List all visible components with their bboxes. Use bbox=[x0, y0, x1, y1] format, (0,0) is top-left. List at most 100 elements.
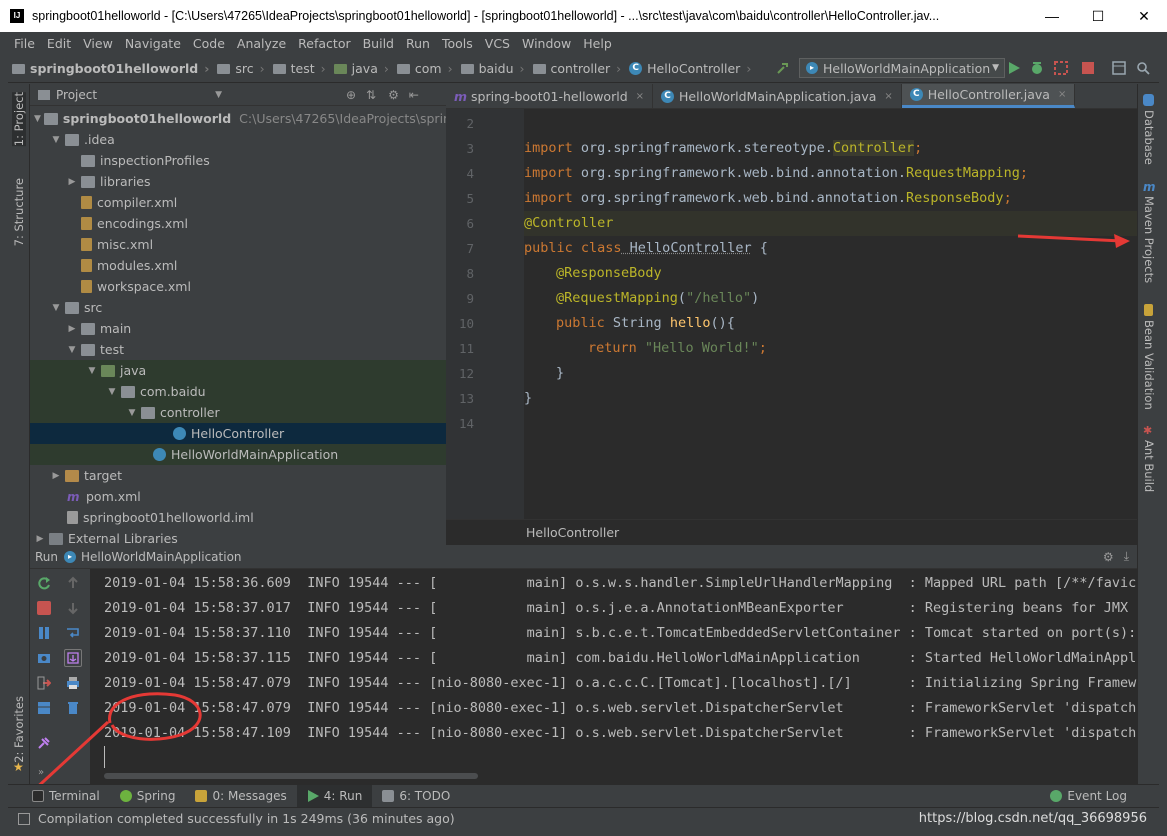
menu-help[interactable]: Help bbox=[577, 36, 618, 51]
tree-item-hellocontroller[interactable]: HelloController bbox=[30, 423, 446, 444]
ant-build-tool-tab[interactable]: Ant Build bbox=[1142, 440, 1156, 492]
collapse-all-icon[interactable]: ⇅ bbox=[366, 88, 376, 102]
tree-item-inspection-profiles[interactable]: inspectionProfiles bbox=[30, 150, 446, 171]
code-area[interactable]: import org.springframework.stereotype.Co… bbox=[524, 109, 1137, 519]
close-button[interactable]: ✕ bbox=[1121, 0, 1167, 32]
tree-item-main[interactable]: ▶ main bbox=[30, 318, 446, 339]
horizontal-scrollbar[interactable] bbox=[104, 773, 478, 779]
scroll-to-end-icon[interactable] bbox=[64, 649, 82, 667]
tab-todo[interactable]: 6: TODO bbox=[372, 785, 460, 808]
search-icon[interactable] bbox=[1136, 61, 1150, 75]
hide-panel-icon[interactable]: ⤓ bbox=[1124, 549, 1129, 564]
chevron-down-icon[interactable]: ▼ bbox=[215, 90, 222, 100]
tree-item-misc-xml[interactable]: misc.xml bbox=[30, 234, 446, 255]
tree-item-target[interactable]: ▶ target bbox=[30, 465, 446, 486]
tree-item-idea[interactable]: ▼ .idea bbox=[30, 129, 446, 150]
menu-refactor[interactable]: Refactor bbox=[292, 36, 356, 51]
tab-messages[interactable]: 0: Messages bbox=[185, 785, 296, 808]
tree-item-controller[interactable]: ▼ controller bbox=[30, 402, 446, 423]
tool-window-toggle-icon[interactable] bbox=[18, 812, 30, 825]
pin-icon[interactable] bbox=[37, 736, 51, 750]
breadcrumb-baidu[interactable]: baidu › bbox=[457, 61, 529, 76]
menu-window[interactable]: Window bbox=[516, 36, 577, 51]
gear-icon[interactable]: ⚙ bbox=[388, 88, 399, 102]
menu-edit[interactable]: Edit bbox=[41, 36, 77, 51]
close-tab-icon[interactable]: × bbox=[636, 91, 644, 102]
hide-panel-icon[interactable]: ⇤ bbox=[409, 88, 419, 102]
breadcrumb-test[interactable]: test › bbox=[269, 61, 330, 76]
debug-icon[interactable] bbox=[1030, 61, 1044, 75]
run-tab-helloworldmainapplication[interactable]: HelloWorldMainApplication bbox=[81, 550, 242, 564]
menu-navigate[interactable]: Navigate bbox=[119, 36, 187, 51]
stop-icon[interactable] bbox=[37, 601, 51, 615]
run-icon[interactable] bbox=[1007, 61, 1021, 75]
breadcrumb-project[interactable]: springboot01helloworld › bbox=[8, 61, 213, 76]
dump-threads-icon[interactable] bbox=[37, 651, 51, 665]
tree-item-iml[interactable]: springboot01helloworld.iml bbox=[30, 507, 446, 528]
tree-item-src[interactable]: ▼ src bbox=[30, 297, 446, 318]
tree-item-com-baidu[interactable]: ▼ com.baidu bbox=[30, 381, 446, 402]
gear-icon[interactable]: ⚙ bbox=[1103, 550, 1114, 564]
project-tool-tab[interactable]: 1: Project bbox=[12, 92, 26, 147]
tree-item-libraries[interactable]: ▶ libraries bbox=[30, 171, 446, 192]
tree-item-encodings-xml[interactable]: encodings.xml bbox=[30, 213, 446, 234]
menu-tools[interactable]: Tools bbox=[436, 36, 479, 51]
tree-item-test[interactable]: ▼ test bbox=[30, 339, 446, 360]
tree-item-java[interactable]: ▼ java bbox=[30, 360, 446, 381]
close-tab-icon[interactable]: × bbox=[884, 91, 892, 102]
tab-run[interactable]: 4: Run bbox=[296, 784, 373, 808]
tab-spring[interactable]: Spring bbox=[110, 785, 186, 808]
tab-pom[interactable]: m spring-boot01-helloworld × bbox=[446, 84, 654, 108]
pause-icon[interactable] bbox=[37, 626, 51, 640]
coverage-icon[interactable] bbox=[1054, 61, 1068, 75]
build-hammer-icon[interactable] bbox=[776, 61, 790, 75]
menu-build[interactable]: Build bbox=[357, 36, 400, 51]
breadcrumb-com[interactable]: com › bbox=[393, 61, 457, 76]
project-panel-title[interactable]: Project bbox=[56, 88, 97, 102]
layout-icon[interactable] bbox=[37, 701, 51, 715]
print-icon[interactable] bbox=[66, 676, 80, 690]
more-icon[interactable]: » bbox=[38, 767, 44, 778]
tab-helloworldmainapplication[interactable]: C HelloWorldMainApplication.java × bbox=[653, 84, 902, 108]
clear-all-icon[interactable] bbox=[66, 701, 80, 715]
maximize-button[interactable]: ☐ bbox=[1075, 0, 1121, 32]
tree-item-pom-xml[interactable]: m pom.xml bbox=[30, 486, 446, 507]
favorites-tool-tab[interactable]: 2: Favorites bbox=[12, 696, 26, 763]
tree-item-compiler-xml[interactable]: compiler.xml bbox=[30, 192, 446, 213]
editor-breadcrumb[interactable]: HelloController bbox=[446, 519, 1137, 545]
soft-wrap-icon[interactable] bbox=[66, 626, 80, 640]
structure-tool-tab[interactable]: 7: Structure bbox=[12, 178, 26, 246]
rerun-icon[interactable] bbox=[37, 576, 51, 590]
breadcrumb-java[interactable]: java › bbox=[330, 61, 393, 76]
tree-item-helloworldmainapplication[interactable]: HelloWorldMainApplication bbox=[30, 444, 446, 465]
bean-validation-tool-tab[interactable]: Bean Validation bbox=[1142, 320, 1156, 410]
tree-item-modules-xml[interactable]: modules.xml bbox=[30, 255, 446, 276]
menu-file[interactable]: File bbox=[8, 36, 41, 51]
stop-icon[interactable] bbox=[1081, 61, 1095, 75]
tree-item-project-root[interactable]: ▼ springboot01helloworld C:\Users\47265\Id… bbox=[30, 108, 446, 129]
exit-icon[interactable] bbox=[37, 676, 52, 690]
tree-item-workspace-xml[interactable]: workspace.xml bbox=[30, 276, 446, 297]
breadcrumb-controller[interactable]: controller › bbox=[529, 61, 626, 76]
breadcrumb-hellocontroller[interactable]: C HelloController › bbox=[625, 61, 755, 76]
database-tool-tab[interactable]: Database bbox=[1142, 110, 1156, 165]
tree-item-external-libraries[interactable]: ▶ External Libraries bbox=[30, 528, 446, 545]
locate-icon[interactable]: ⊕ bbox=[346, 88, 356, 102]
minimize-button[interactable]: — bbox=[1029, 0, 1075, 32]
project-structure-icon[interactable] bbox=[1112, 61, 1126, 75]
menu-code[interactable]: Code bbox=[187, 36, 231, 51]
menu-run[interactable]: Run bbox=[400, 36, 436, 51]
menu-vcs[interactable]: VCS bbox=[479, 36, 516, 51]
tab-hellocontroller[interactable]: C HelloController.java × bbox=[901, 84, 1076, 108]
run-configuration-select[interactable]: ▸ HelloWorldMainApplication ▼ bbox=[799, 58, 1005, 78]
scroll-down-icon[interactable] bbox=[66, 601, 80, 615]
menu-view[interactable]: View bbox=[77, 36, 119, 51]
close-tab-icon[interactable]: × bbox=[1058, 89, 1066, 100]
breadcrumb-src[interactable]: src › bbox=[213, 61, 268, 76]
console-output[interactable]: 2019-01-04 15:58:36.609 INFO 19544 --- [… bbox=[92, 569, 1137, 784]
maven-projects-tool-tab[interactable]: Maven Projects bbox=[1142, 196, 1156, 283]
scroll-up-icon[interactable] bbox=[66, 576, 80, 590]
menu-analyze[interactable]: Analyze bbox=[231, 36, 292, 51]
event-log-button[interactable]: Event Log bbox=[1040, 785, 1137, 808]
tab-terminal[interactable]: Terminal bbox=[8, 785, 110, 808]
